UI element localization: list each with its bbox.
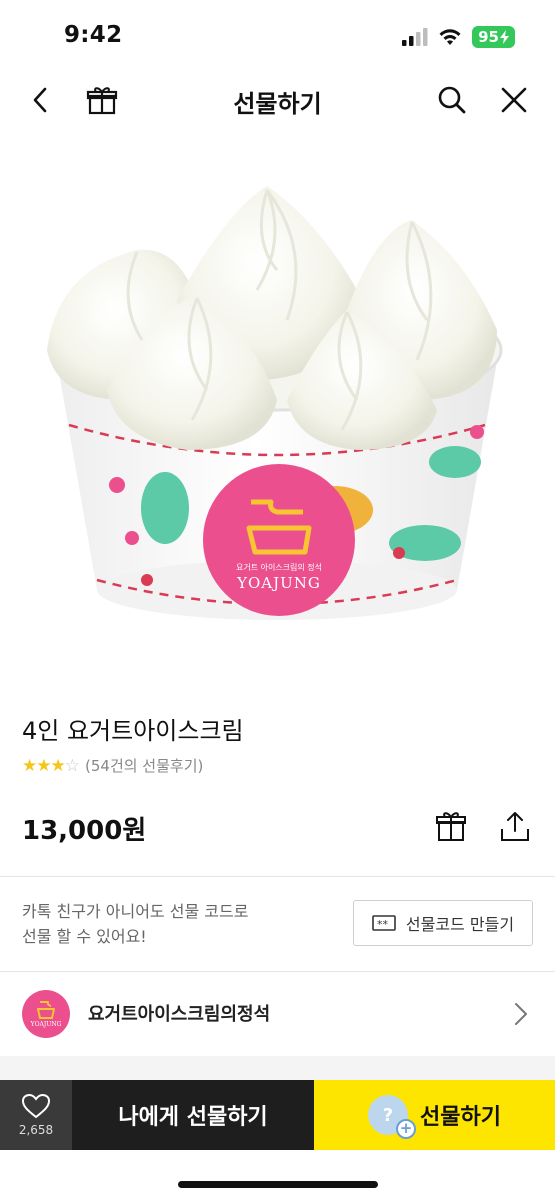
battery-level: 95 [478,28,499,46]
yogurt-cup-icon [37,1000,55,1019]
section-spacer [0,1056,555,1080]
brand-name[interactable]: 요거트아이스크림의정석 [88,1000,270,1026]
rating-stars: ★★★☆ [22,755,80,776]
cellular-signal-icon [402,28,428,46]
divider [0,876,555,877]
add-friend-icon: + [396,1119,417,1139]
heart-icon [21,1093,51,1119]
charging-bolt-icon [500,30,509,44]
product-price: 13,000원 [22,816,147,846]
like-button[interactable]: 2,658 [0,1080,72,1150]
brand-logo: YOAJUNG [22,990,70,1038]
review-count[interactable]: (54건의 선물후기) [85,755,203,776]
status-time: 9:42 [64,22,123,48]
send-gift-label: 선물하기 [420,1105,501,1130]
brand-logo-text: YOAJUNG [30,1020,62,1028]
product-name: 4인 요거트아이스크림 [22,717,244,745]
wifi-icon [439,29,461,45]
product-actions [433,806,533,846]
bottom-action-bar: 2,658 나에게 선물하기 ? + 선물하기 [0,1080,555,1150]
product-image: 요거트 아이스크림의 정석 YOAJUNG [27,150,527,670]
cup-brand-name: YOAJUNG [237,574,321,592]
svg-text:**: ** [377,918,389,931]
search-button[interactable] [430,78,474,122]
star-icon: ★ [22,755,37,776]
create-gift-code-button[interactable]: ** 선물코드 만들기 [353,900,533,946]
friend-select-avatar: ? + [368,1095,417,1139]
home-indicator-area [0,1150,555,1200]
send-to-self-button[interactable]: 나에게 선물하기 [72,1080,314,1150]
close-button[interactable] [492,78,536,122]
gift-box-icon [436,812,466,841]
brand-chevron-button[interactable] [507,1000,535,1028]
share-icon [501,812,529,841]
chevron-right-icon [515,1003,527,1025]
battery-indicator: 95 [472,26,515,48]
gift-code-description-line1: 카톡 친구가 아니어도 선물 코드로 [22,902,249,921]
gift-code-ticket-icon: ** [372,915,396,931]
star-icon: ★ [36,755,51,776]
send-gift-button[interactable]: ? + 선물하기 [314,1080,555,1150]
cup-brand-caption: 요거트 아이스크림의 정석 [235,563,323,572]
star-empty-icon: ☆ [64,755,80,776]
gift-code-description: 카톡 친구가 아니어도 선물 코드로 선물 할 수 있어요! [22,899,312,949]
unknown-friend-icon: ? [382,1104,394,1126]
close-icon [501,87,527,113]
yogurt-ice-cream-cup-image [47,186,503,620]
status-bar: 9:42 95 [0,0,555,70]
share-button[interactable] [497,806,533,846]
star-icon: ★ [50,755,66,776]
brand-row[interactable]: YOAJUNG 요거트아이스크림의정석 [0,972,555,1056]
wishlist-gift-button[interactable] [433,806,469,846]
search-icon [438,86,466,114]
like-count: 2,658 [18,1123,54,1137]
create-gift-code-label: 선물코드 만들기 [405,915,515,934]
home-indicator[interactable] [178,1181,378,1188]
gift-code-description-line2: 선물 할 수 있어요! [22,927,147,946]
rating[interactable]: ★★★☆ (54건의 선물후기) [22,755,203,776]
status-indicators: 95 [402,26,515,48]
nav-bar: 선물하기 [0,70,555,130]
